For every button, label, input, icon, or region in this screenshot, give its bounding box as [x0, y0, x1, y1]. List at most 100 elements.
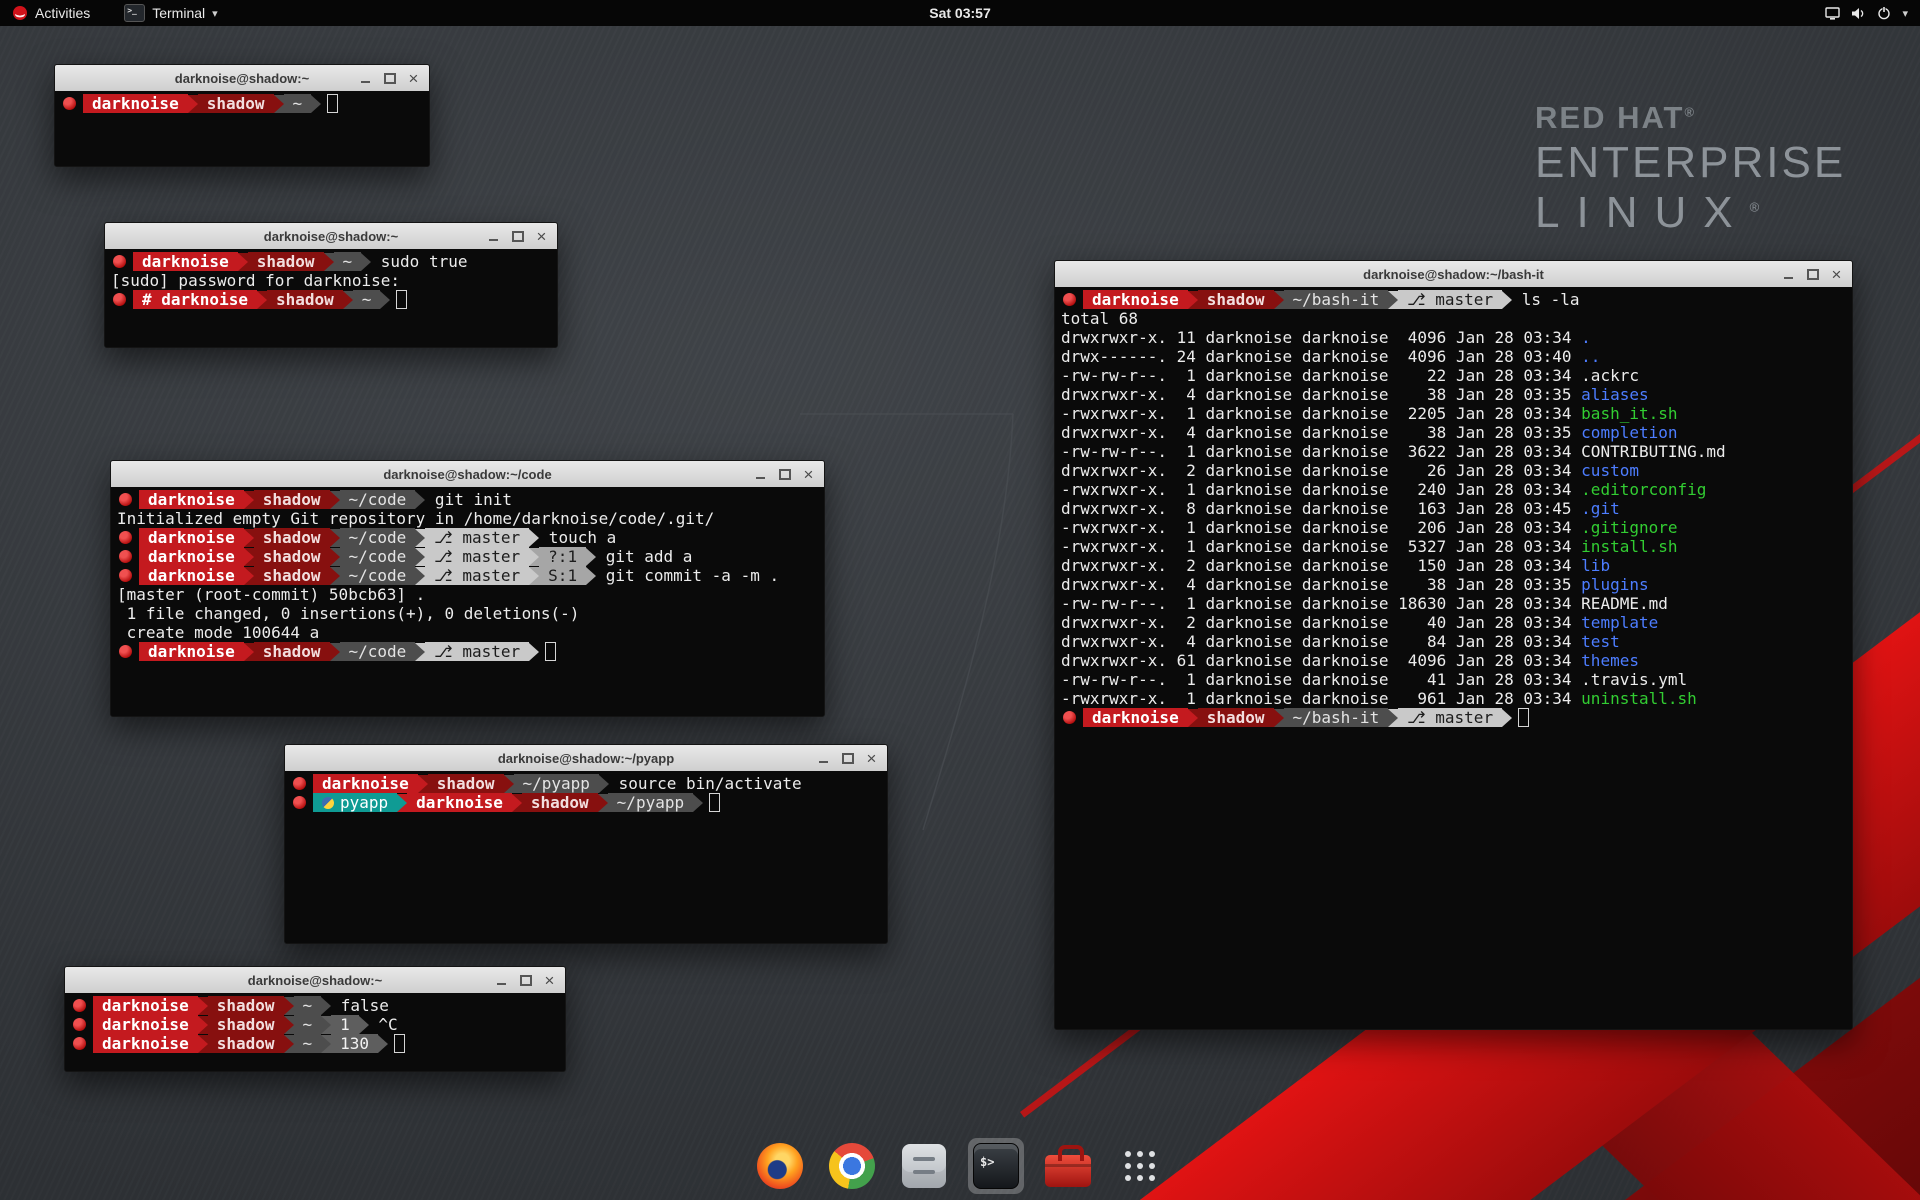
- powerline-arrow-icon: [397, 794, 407, 812]
- terminal-text: .: [1581, 328, 1591, 347]
- terminal-line: create mode 100644 a: [117, 623, 818, 642]
- powerline-arrow-icon: [415, 567, 425, 585]
- powerline-arrow-icon: [284, 1035, 294, 1053]
- maximize-button[interactable]: [1802, 264, 1823, 284]
- maximize-button[interactable]: [515, 970, 536, 990]
- powerline-arrow-icon: [1188, 291, 1198, 309]
- terminal-line: Initialized empty Git repository in /hom…: [117, 509, 818, 528]
- terminal-text: -rwxrwxr-x. 1 darknoise darknoise 206 Ja…: [1061, 518, 1581, 537]
- window-titlebar[interactable]: darknoise@shadow:~/code: [111, 461, 824, 488]
- terminal-text: git add a: [596, 547, 692, 566]
- maximize-button[interactable]: [507, 226, 528, 246]
- terminal-screen[interactable]: darknoiseshadow~/bash-it⎇ master ls -lat…: [1055, 287, 1852, 1029]
- chrome-launcher[interactable]: [824, 1138, 880, 1194]
- minimize-button[interactable]: [813, 748, 834, 768]
- fedora-prompt-icon: [119, 531, 132, 544]
- terminal-text: completion: [1581, 423, 1677, 442]
- prompt-segment-host: shadow: [1198, 708, 1274, 727]
- maximize-button[interactable]: [379, 68, 400, 88]
- window-icon: [1825, 7, 1840, 20]
- window-titlebar[interactable]: darknoise@shadow:~: [105, 223, 557, 250]
- branding-enterprise: ENTERPRISE: [1535, 138, 1846, 188]
- powerline-arrow-icon: [512, 794, 522, 812]
- terminal-text: install.sh: [1581, 537, 1677, 556]
- powerline-arrow-icon: [361, 253, 371, 271]
- minimize-button[interactable]: [483, 226, 504, 246]
- terminal-screen[interactable]: darknoiseshadow~: [55, 91, 429, 166]
- window-titlebar[interactable]: darknoise@shadow:~: [55, 65, 429, 92]
- minimize-button[interactable]: [355, 68, 376, 88]
- window-titlebar[interactable]: darknoise@shadow:~/bash-it: [1055, 261, 1852, 288]
- powerline-arrow-icon: [1388, 291, 1398, 309]
- fedora-prompt-icon: [73, 999, 86, 1012]
- minimize-button[interactable]: [750, 464, 771, 484]
- prompt-segment-user: darknoise: [83, 94, 188, 113]
- terminal-line: [master (root-commit) 50bcb63] .: [117, 585, 818, 604]
- toolbox-launcher[interactable]: [1040, 1138, 1096, 1194]
- terminal-text: ..: [1581, 347, 1600, 366]
- prompt-segment-user: darknoise: [93, 996, 198, 1015]
- terminal-app-menu[interactable]: Terminal: [120, 0, 221, 26]
- terminal-text: ls -la: [1512, 290, 1579, 309]
- clock[interactable]: Sat 03:57: [929, 5, 990, 21]
- prompt-segment-path: ~/code: [340, 566, 416, 585]
- files-launcher[interactable]: [896, 1138, 952, 1194]
- minimize-button[interactable]: [1778, 264, 1799, 284]
- powerline-arrow-icon: [359, 1016, 369, 1034]
- prompt-segment-user: darknoise: [133, 252, 238, 271]
- maximize-button[interactable]: [837, 748, 858, 768]
- terminal-line: darknoiseshadow~/bash-it⎇ master: [1061, 708, 1846, 727]
- terminal-text: sudo true: [371, 252, 467, 271]
- terminal-text: -rw-rw-r--. 1 darknoise darknoise 3622 J…: [1061, 442, 1581, 461]
- app-menu-label: Terminal: [152, 5, 205, 21]
- firefox-icon: [757, 1143, 803, 1189]
- close-button[interactable]: [539, 970, 560, 990]
- powerline-arrow-icon: [188, 95, 198, 113]
- prompt-segment-path: ~/pyapp: [514, 774, 599, 793]
- close-button[interactable]: [861, 748, 882, 768]
- prompt-segment-path: ~: [284, 94, 312, 113]
- powerline-arrow-icon: [693, 794, 703, 812]
- window-titlebar[interactable]: darknoise@shadow:~: [65, 967, 565, 994]
- terminal-screen[interactable]: darknoiseshadow~/pyapp source bin/activa…: [285, 771, 887, 943]
- powerline-arrow-icon: [504, 775, 514, 793]
- close-button[interactable]: [531, 226, 552, 246]
- terminal-line: drwxrwxr-x. 2 darknoise darknoise 150 Ja…: [1061, 556, 1846, 575]
- fedora-prompt-icon: [73, 1018, 86, 1031]
- window-title: darknoise@shadow:~: [175, 71, 309, 86]
- activities-label: Activities: [35, 5, 90, 21]
- app-grid-launcher[interactable]: [1112, 1138, 1168, 1194]
- terminal-screen[interactable]: darknoiseshadow~/code git initInitialize…: [111, 487, 824, 716]
- terminal-launcher[interactable]: [968, 1138, 1024, 1194]
- terminal-screen[interactable]: darknoiseshadow~ falsedarknoiseshadow~1 …: [65, 993, 565, 1071]
- terminal-text: drwxrwxr-x. 2 darknoise darknoise 150 Ja…: [1061, 556, 1581, 575]
- powerline-arrow-icon: [244, 548, 254, 566]
- maximize-button[interactable]: [774, 464, 795, 484]
- top-bar: Activities Terminal Sat 03:57: [0, 0, 1920, 26]
- fedora-prompt-icon: [63, 97, 76, 110]
- prompt-segment-user: darknoise: [93, 1015, 198, 1034]
- terminal-line: darknoiseshadow~/bash-it⎇ master ls -la: [1061, 290, 1846, 309]
- prompt-segment-path: ~/code: [340, 528, 416, 547]
- fedora-prompt-icon: [293, 796, 306, 809]
- close-button[interactable]: [1826, 264, 1847, 284]
- terminal-screen[interactable]: darknoiseshadow~ sudo true[sudo] passwor…: [105, 249, 557, 347]
- close-button[interactable]: [403, 68, 424, 88]
- powerline-arrow-icon: [599, 775, 609, 793]
- system-status-area[interactable]: [1819, 0, 1914, 26]
- powerline-arrow-icon: [1388, 709, 1398, 727]
- terminal-line: -rw-rw-r--. 1 darknoise darknoise 22 Jan…: [1061, 366, 1846, 385]
- activities-button[interactable]: Activities: [8, 0, 94, 26]
- prompt-segment-path: ~: [294, 1015, 322, 1034]
- terminal-text: -rwxrwxr-x. 1 darknoise darknoise 5327 J…: [1061, 537, 1581, 556]
- terminal-line: # darknoiseshadow~: [111, 290, 551, 309]
- minimize-button[interactable]: [491, 970, 512, 990]
- terminal-text: -rw-rw-r--. 1 darknoise darknoise 18630 …: [1061, 594, 1581, 613]
- window-titlebar[interactable]: darknoise@shadow:~/pyapp: [285, 745, 887, 772]
- terminal-text: total 68: [1061, 309, 1138, 328]
- close-button[interactable]: [798, 464, 819, 484]
- chrome-icon: [829, 1143, 875, 1189]
- firefox-launcher[interactable]: [752, 1138, 808, 1194]
- prompt-segment-host: shadow: [254, 528, 330, 547]
- terminal-text: themes: [1581, 651, 1639, 670]
